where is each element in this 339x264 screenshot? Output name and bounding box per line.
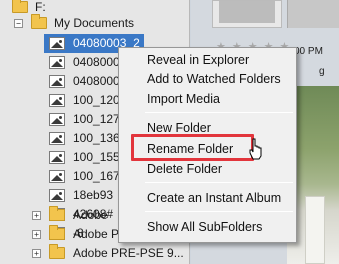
photo-folder-icon — [49, 151, 65, 164]
photo-folder-icon — [49, 75, 65, 88]
hand-cursor-icon — [249, 138, 262, 160]
expand-toggle-icon[interactable]: + — [32, 211, 41, 220]
menu-separator — [145, 112, 293, 113]
menu-item-create-instant-album[interactable]: Create an Instant Album — [119, 189, 296, 208]
menu-separator — [145, 211, 293, 212]
tag-label: g — [319, 66, 325, 77]
folder-icon — [49, 244, 65, 259]
menu-item-delete-folder[interactable]: Delete Folder — [119, 160, 296, 179]
tree-item-label: My Documents — [54, 16, 135, 30]
photo-folder-icon — [49, 189, 65, 202]
folder-icon — [49, 225, 65, 240]
tree-item-label: 100_136 — [73, 131, 120, 145]
tree-item-label: 100_127 — [73, 112, 120, 126]
menu-item-add-to-watched-folders[interactable]: Add to Watched Folders — [119, 70, 296, 89]
media-thumbnail[interactable] — [212, 0, 282, 28]
expand-toggle-icon[interactable]: + — [32, 249, 41, 258]
photo-folder-icon — [49, 113, 65, 126]
tree-item-label: 0408000 — [73, 55, 120, 69]
tree-item-label: 100_155 — [73, 150, 120, 164]
menu-item-show-all-subfolders[interactable]: Show All SubFolders — [119, 218, 296, 237]
menu-item-reveal-in-explorer[interactable]: Reveal in Explorer — [119, 51, 296, 70]
media-thumbnail[interactable] — [287, 0, 339, 28]
tree-item-label: 0408000 — [73, 74, 120, 88]
photo-folder-icon — [49, 37, 65, 50]
collapse-toggle-icon[interactable]: − — [14, 19, 23, 28]
menu-separator — [145, 182, 293, 183]
tree-item-label: 100_167 — [73, 169, 120, 183]
photo-folder-icon — [49, 94, 65, 107]
photo-folder-icon — [49, 132, 65, 145]
highlight-box — [131, 134, 254, 161]
menu-item-import-media[interactable]: Import Media — [119, 90, 296, 109]
expand-toggle-icon[interactable]: + — [32, 230, 41, 239]
photo-folder-icon — [49, 170, 65, 183]
timestamp-label: 00 PM — [294, 46, 323, 57]
tree-item-label: 18eb93 — [73, 188, 114, 202]
photo-folder-icon — [49, 56, 65, 69]
folder-icon — [12, 0, 28, 13]
tree-item-label: Adobe PRE-PSE 9... — [73, 246, 184, 260]
folder-icon — [31, 14, 47, 29]
tree-item-label: 100_120 — [73, 93, 120, 107]
tree-item-label: Adobe — [73, 208, 108, 222]
folder-icon — [49, 206, 65, 221]
